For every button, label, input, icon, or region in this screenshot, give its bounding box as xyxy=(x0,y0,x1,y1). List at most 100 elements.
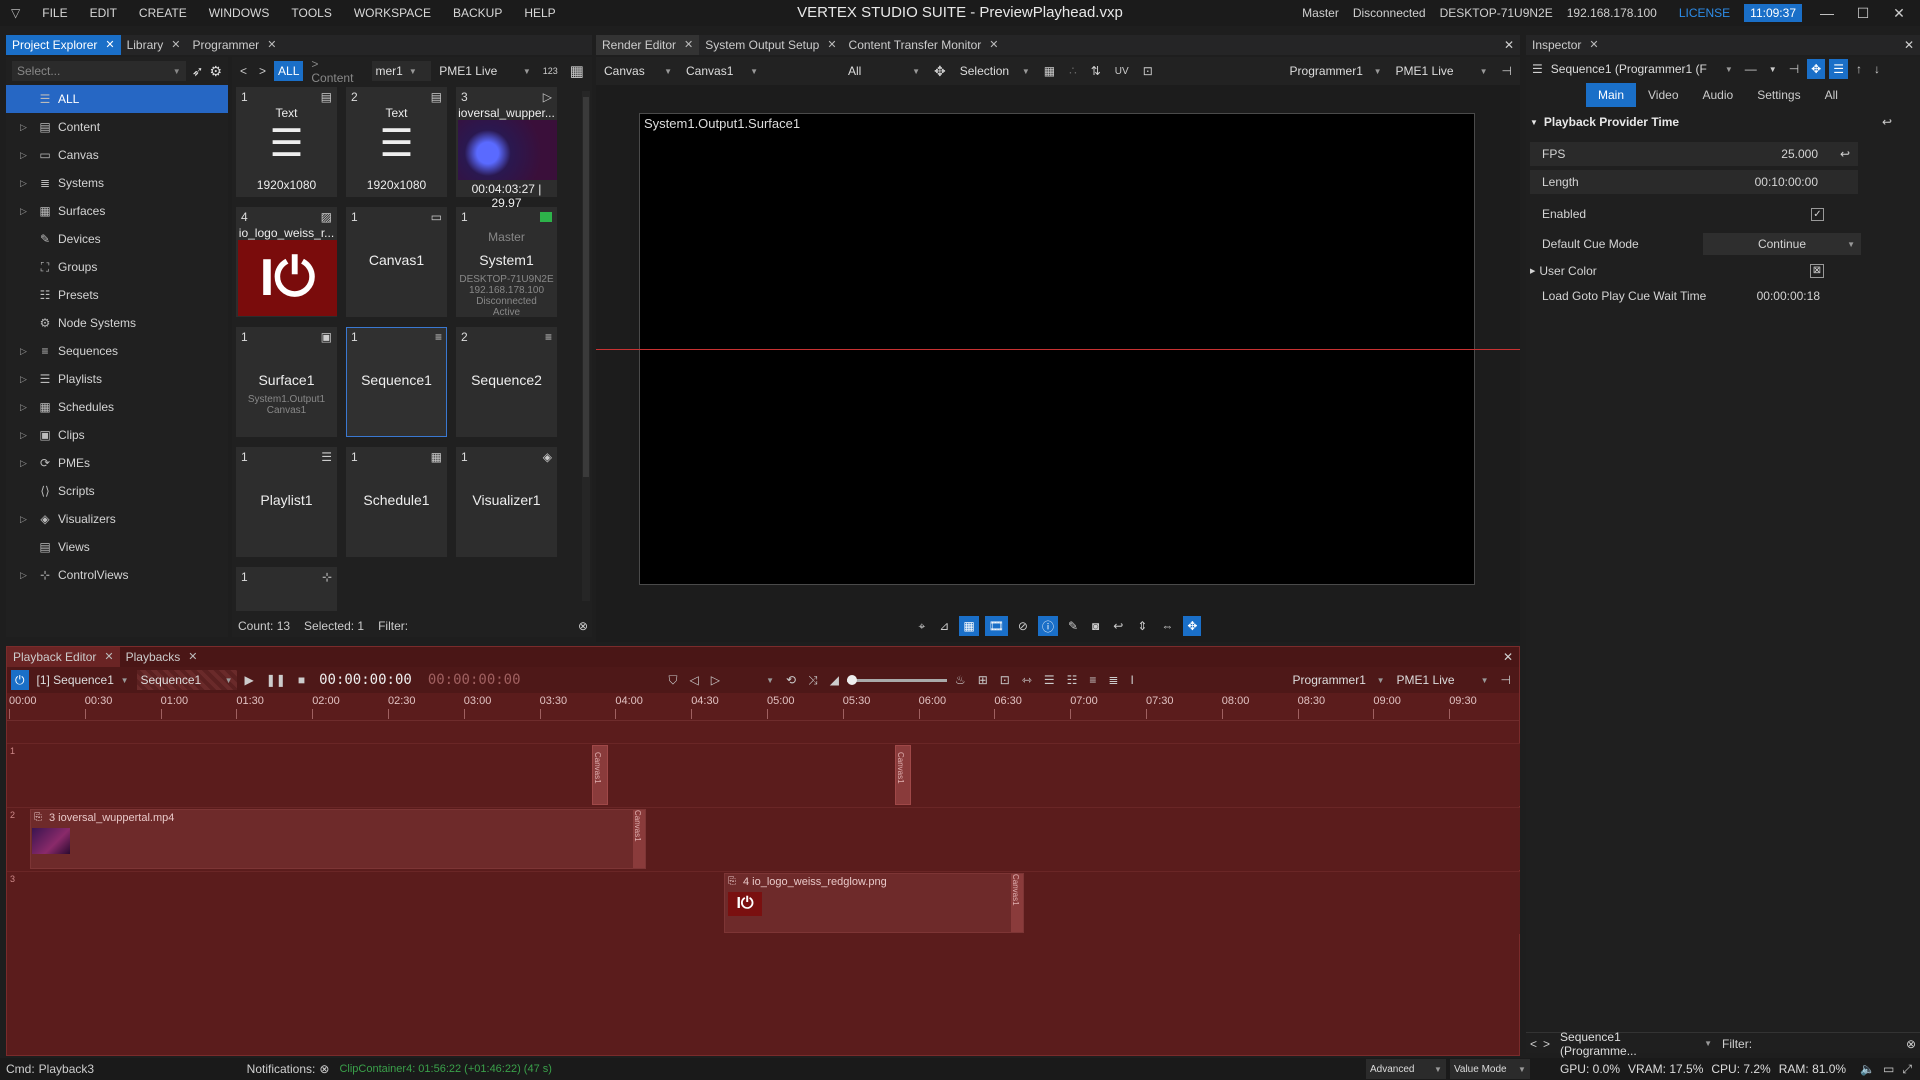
film-icon[interactable]: 🎞 xyxy=(984,616,1008,636)
list-icon[interactable]: ≡ xyxy=(1085,670,1100,690)
expand-icon[interactable]: ▷ xyxy=(20,122,36,133)
pin-icon[interactable]: ⊣ xyxy=(1497,670,1515,690)
tree-item-canvas[interactable]: ▷ ▭ Canvas xyxy=(6,141,228,169)
tile-io-logo-weiss-r-[interactable]: 4 ▨ io_logo_weiss_r... I⏻ xyxy=(236,207,337,317)
tile-system1[interactable]: 1▬MasterSystem1DESKTOP-71U9N2E 192.168.1… xyxy=(456,207,557,318)
playback-pme-dropdown[interactable]: PME1 Live ▼ xyxy=(1393,670,1493,690)
close-icon[interactable]: ✕ xyxy=(267,35,276,55)
tab-audio[interactable]: Audio xyxy=(1691,85,1746,105)
height-icon[interactable]: ⇕ xyxy=(1133,616,1151,636)
pme-dropdown[interactable]: PME1 Live ▼ xyxy=(435,61,535,81)
tile-scrollbar[interactable] xyxy=(582,91,590,601)
tree-item-scripts[interactable]: ⟨⟩ Scripts xyxy=(6,477,228,505)
reset-icon[interactable]: ↩ xyxy=(1840,147,1850,161)
clear-filter-icon[interactable]: ⊗ xyxy=(578,619,588,633)
advanced-dropdown[interactable]: Advanced ▼ xyxy=(1365,1059,1446,1079)
tab-render-editor[interactable]: Render Editor ✕ xyxy=(596,35,700,55)
split-icon[interactable]: ⇿ xyxy=(1018,670,1036,690)
tab-system-output-setup[interactable]: System Output Setup ✕ xyxy=(699,35,842,55)
expand-icon[interactable]: ▷ xyxy=(20,570,36,581)
prev-cue-icon[interactable]: ◁ xyxy=(686,670,703,690)
tile-1920x1080[interactable]: 2 ▤ Text ☰ 1920x1080 xyxy=(346,87,447,197)
list-icon[interactable]: ☰ xyxy=(1829,59,1848,79)
grid-toggle-icon[interactable]: ▦ xyxy=(959,616,979,636)
license-link[interactable]: LICENSE xyxy=(1679,6,1730,20)
center-icon[interactable]: ✥ xyxy=(1183,616,1202,636)
close-panel-icon[interactable]: ✕ xyxy=(1503,650,1519,664)
tree-item-devices[interactable]: ✎ Devices xyxy=(6,225,228,253)
back-icon[interactable]: < xyxy=(236,61,251,81)
power-icon[interactable]: ⏻ xyxy=(11,670,29,690)
caret-icon[interactable]: ▼ xyxy=(1765,59,1781,79)
clear-filter-icon[interactable]: ⊗ xyxy=(1906,1037,1916,1051)
tree-item-playlists[interactable]: ▷ ☰ Playlists xyxy=(6,365,228,393)
volume-icon[interactable]: ◢ xyxy=(826,670,843,690)
list-alt-icon[interactable]: ≣ xyxy=(1104,670,1122,690)
cue-dropdown[interactable]: ▼ xyxy=(728,670,778,690)
close-icon[interactable]: ✕ xyxy=(827,35,836,55)
footer-target-dropdown[interactable]: Sequence1 (Programme... ▼ xyxy=(1556,1030,1716,1058)
tab-playbacks[interactable]: Playbacks ✕ xyxy=(120,647,204,667)
clip-logo[interactable]: ⎘ 4 io_logo_weiss_redglow.png I⏻ Canvas1 xyxy=(724,873,1024,933)
programmer-dropdown[interactable]: mer1 ▼ xyxy=(371,61,432,81)
tree-item-visualizers[interactable]: ▷ ◈ Visualizers xyxy=(6,505,228,533)
close-icon[interactable]: ✕ xyxy=(188,647,197,667)
canvas-marker[interactable]: Canvas1 xyxy=(895,745,911,805)
tree-item-sequences[interactable]: ▷ ≡ Sequences xyxy=(6,337,228,365)
shield-icon[interactable]: ⛉ xyxy=(665,670,682,690)
sequence-dropdown[interactable]: [1] Sequence1 ▼ xyxy=(33,670,133,690)
render-pme-dropdown[interactable]: PME1 Live ▼ xyxy=(1392,61,1492,81)
close-icon[interactable]: ✕ xyxy=(989,35,998,55)
move-icon[interactable]: ✥ xyxy=(930,61,950,81)
menu-file[interactable]: FILE xyxy=(31,6,78,20)
arrow-down-icon[interactable]: ↓ xyxy=(1870,59,1884,79)
pointer-icon[interactable]: ⌖ xyxy=(915,616,930,636)
app-logo-icon[interactable]: ▽ xyxy=(0,6,31,20)
fit-icon[interactable]: ⊞ xyxy=(974,670,992,690)
grid-view-icon[interactable]: ▦ xyxy=(566,61,588,81)
playback-programmer-dropdown[interactable]: Programmer1 ▼ xyxy=(1289,670,1389,690)
minus-icon[interactable]: — xyxy=(1741,59,1761,79)
wait-value[interactable]: 00:00:00:18 xyxy=(1757,289,1820,303)
tile-00-04-03-27-29-97[interactable]: 3 ▷ ioversal_wupper... 00:04:03:27 | 29.97 xyxy=(456,87,557,210)
tab-main[interactable]: Main xyxy=(1586,83,1637,107)
tree-item-schedules[interactable]: ▷ ▦ Schedules xyxy=(6,393,228,421)
audio-icon[interactable]: ♨ xyxy=(951,670,970,690)
value-mode-dropdown[interactable]: Value Mode ▼ xyxy=(1449,1059,1530,1079)
pin-icon[interactable]: ⊣ xyxy=(1785,59,1803,79)
angle-icon[interactable]: ⊿ xyxy=(935,616,953,636)
tile-playlist1[interactable]: 1 ☰ Playlist1 xyxy=(236,447,337,557)
reset-icon[interactable]: ↩ xyxy=(1882,115,1892,129)
menu-create[interactable]: CREATE xyxy=(128,6,198,20)
monitor-icon[interactable]: ▭ xyxy=(1883,1062,1894,1076)
tab-inspector[interactable]: Inspector ✕ xyxy=(1526,35,1605,55)
tree-item-clips[interactable]: ▷ ▣ Clips xyxy=(6,421,228,449)
tree-item-content[interactable]: ▷ ▤ Content xyxy=(6,113,228,141)
next-cue-icon[interactable]: ▷ xyxy=(707,670,724,690)
menu-windows[interactable]: WINDOWS xyxy=(198,6,281,20)
snap-icon[interactable]: ∴ xyxy=(1065,61,1081,81)
cmd-input[interactable]: Playback3 xyxy=(39,1062,239,1076)
filter-dropdown[interactable]: All ▼ xyxy=(844,61,924,81)
tile-item[interactable]: 1 ⊹ xyxy=(236,567,337,611)
play-icon[interactable]: ▶ xyxy=(241,670,258,690)
forward-icon[interactable]: > xyxy=(255,61,270,81)
user-color-swatch[interactable]: ⊠ xyxy=(1810,264,1824,278)
mask-icon[interactable]: ⊘ xyxy=(1014,616,1032,636)
close-icon[interactable]: ✕ xyxy=(1888,5,1910,22)
uv-icon[interactable]: UV xyxy=(1111,61,1133,81)
expand-icon[interactable]: ▷ xyxy=(20,374,36,385)
expand-icon[interactable]: ▷ xyxy=(20,150,36,161)
expand-icon[interactable]: ▷ xyxy=(20,514,36,525)
pause-icon[interactable]: ❚❚ xyxy=(262,670,290,690)
select-dropdown[interactable]: Select... ▼ xyxy=(12,61,186,81)
menu-backup[interactable]: BACKUP xyxy=(442,6,513,20)
flip-icon[interactable]: ⇅ xyxy=(1087,61,1105,81)
numeric-badge[interactable]: 123 xyxy=(539,61,562,81)
expand-icon[interactable]: ▷ xyxy=(20,458,36,469)
tile-surface1[interactable]: 1 ▣ Surface1 System1.Output1 Canvas1 xyxy=(236,327,337,437)
menu-tools[interactable]: TOOLS xyxy=(280,6,342,20)
clip-video[interactable]: ⎘ 3 ioversal_wuppertal.mp4 Canvas1 xyxy=(30,809,646,869)
tab-project-explorer[interactable]: Project Explorer ✕ xyxy=(6,35,121,55)
render-programmer-dropdown[interactable]: Programmer1 ▼ xyxy=(1286,61,1386,81)
